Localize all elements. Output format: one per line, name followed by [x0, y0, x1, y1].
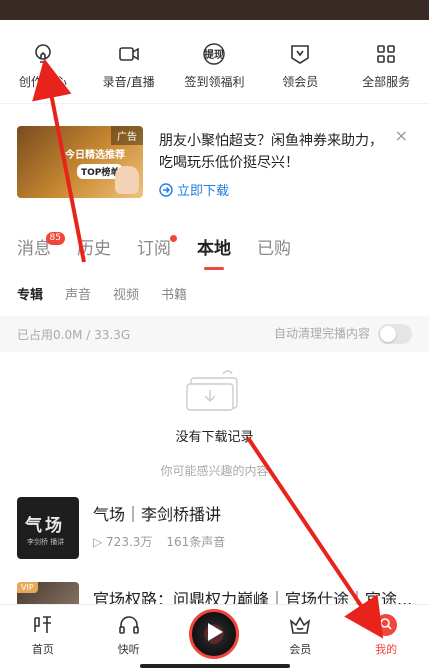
ting-icon [34, 616, 51, 633]
nav-label: 快听 [117, 643, 140, 656]
auto-clean-label: 自动清理完播内容 [273, 326, 370, 341]
quick-creator-center[interactable]: 创作中心 [1, 42, 85, 90]
nav-label: 我的 [375, 643, 398, 656]
hand-image [115, 166, 139, 194]
bulb-icon [35, 44, 51, 63]
quick-actions: 创作中心 录音/直播 提现 签到领福利 领会员 全部服务 [0, 20, 429, 104]
tab-purchased[interactable]: 已购 [257, 228, 291, 270]
tab-label: 本地 [197, 239, 231, 259]
badge-count: 85 [45, 232, 65, 245]
album-title: 气场｜李剑桥播讲 [93, 505, 222, 524]
crown-icon [290, 616, 311, 634]
quick-label: 创作中心 [18, 75, 67, 89]
nav-mine[interactable]: 我的 [351, 613, 421, 657]
ad-thumb-title: 今日精选推荐 [65, 150, 125, 161]
quick-label: 签到领福利 [184, 75, 245, 89]
nav-vip[interactable]: 会员 [265, 613, 335, 657]
album-item[interactable]: 气场 李剑桥 播讲 气场｜李剑桥播讲 ▷ 723.3万 161条声音 [17, 497, 412, 563]
nav-home[interactable]: 首页 [8, 613, 78, 657]
quick-label: 录音/直播 [102, 75, 155, 89]
vip-tag: VIP [17, 582, 38, 593]
play-icon [208, 623, 224, 641]
subtab-books[interactable]: 书籍 [161, 284, 187, 303]
quick-record-live[interactable]: 录音/直播 [87, 42, 171, 90]
cover-text: 气场 [25, 516, 65, 536]
ad-text: 朋友小聚怕超支？闲鱼神券来助力，吃喝玩乐低价挺尽兴！ [159, 133, 383, 171]
play-count-value: 723.3万 [106, 535, 153, 549]
tab-label: 消息 [17, 239, 51, 259]
bottom-nav: 首页 快听 会员 我的 [0, 604, 429, 672]
ad-download-link[interactable]: 立即下载 [159, 180, 229, 199]
quick-checkin[interactable]: 提现 签到领福利 [172, 42, 256, 90]
tixian-icon: 提现 [203, 43, 226, 65]
track-count: 161条声音 [166, 535, 226, 549]
subtab-albums[interactable]: 专辑 [17, 284, 43, 303]
ad-tag: 广告 [111, 126, 143, 145]
quick-all-services[interactable]: 全部服务 [344, 42, 428, 90]
nav-label: 首页 [31, 643, 54, 656]
tab-label: 订阅 [137, 239, 171, 259]
grid-icon [377, 45, 395, 63]
sub-tabs: 专辑 声音 视频 书籍 [17, 284, 187, 303]
storage-bar: 已占用0.0M / 33.3G 自动清理完播内容 [0, 316, 429, 352]
tab-label: 历史 [77, 239, 111, 259]
play-count: ▷ 723.3万 [93, 535, 153, 549]
main-tabs: 消息 85 历史 订阅 本地 已购 [0, 228, 429, 270]
vip-badge-icon [291, 45, 310, 64]
svg-text:提现: 提现 [204, 48, 224, 61]
close-icon[interactable]: × [395, 126, 408, 145]
guess-heading: 你可能感兴趣的内容 [160, 464, 269, 478]
nav-label: 会员 [289, 643, 312, 656]
subtab-videos[interactable]: 视频 [113, 284, 139, 303]
headphone-icon [118, 616, 139, 634]
home-indicator [140, 664, 290, 668]
quick-vip[interactable]: 领会员 [258, 42, 342, 90]
album-meta: ▷ 723.3万 161条声音 [93, 533, 225, 550]
tab-local[interactable]: 本地 [197, 228, 231, 270]
album-cover: 气场 李剑桥 播讲 [17, 497, 79, 559]
tab-label: 已购 [257, 239, 291, 259]
quick-label: 全部服务 [362, 75, 411, 89]
tab-history[interactable]: 历史 [77, 228, 111, 270]
player-icon [189, 609, 240, 659]
tab-messages[interactable]: 消息 85 [17, 228, 65, 270]
ad-cta-label: 立即下载 [177, 184, 230, 199]
subtab-sounds[interactable]: 声音 [65, 284, 91, 303]
status-bar [0, 0, 429, 20]
nav-quick-listen[interactable]: 快听 [94, 613, 164, 657]
arrow-circle-icon [159, 182, 173, 197]
auto-clean-toggle[interactable] [378, 324, 412, 344]
empty-download-icon [186, 370, 238, 411]
empty-text: 没有下载记录 [175, 430, 254, 445]
storage-used: 已占用0.0M / 33.3G [17, 327, 131, 342]
red-dot [170, 235, 177, 242]
cover-sub: 李剑桥 播讲 [27, 538, 65, 546]
ad-banner[interactable]: 广告 今日精选推荐 TOP榜单 朋友小聚怕超支？闲鱼神券来助力，吃喝玩乐低价挺尽… [17, 122, 412, 202]
nav-player[interactable] [179, 609, 249, 659]
tab-subscribe[interactable]: 订阅 [137, 228, 177, 270]
quick-label: 领会员 [282, 75, 319, 89]
profile-icon [375, 614, 398, 636]
video-icon [118, 47, 139, 61]
